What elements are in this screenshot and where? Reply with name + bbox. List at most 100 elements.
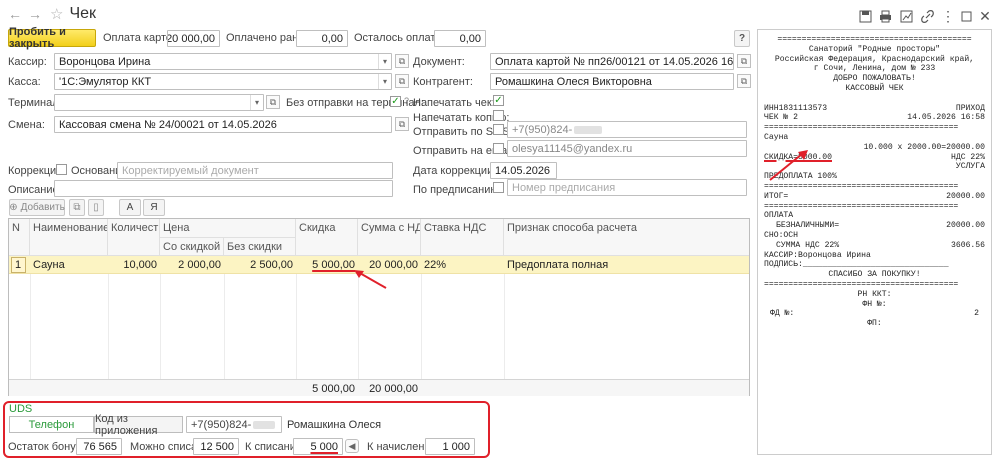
- col-payment-sign[interactable]: Признак способа расчета: [504, 219, 749, 256]
- to-accrue-field[interactable]: 1 000: [425, 438, 475, 455]
- paid-before-field[interactable]: 0,00: [296, 30, 348, 47]
- cell-qty[interactable]: 10,000: [108, 256, 160, 274]
- email-field[interactable]: olesya11145@yandex.ru: [507, 140, 747, 157]
- open-terminal-icon[interactable]: ⧉: [266, 95, 280, 109]
- prescription-checkbox[interactable]: [493, 182, 504, 193]
- annotation-arrow: [354, 270, 387, 289]
- receipt-welcome: ДОБРО ПОЖАЛОВАТЬ!: [833, 74, 916, 84]
- remaining-field[interactable]: 0,00: [434, 30, 486, 47]
- receipt-separator: ========================================: [764, 123, 959, 133]
- dropdown-arrow-icon[interactable]: ▾: [250, 95, 263, 110]
- window-title: Чек: [69, 5, 97, 22]
- prescription-field[interactable]: Номер предписания: [507, 179, 747, 196]
- open-shift-icon[interactable]: ⧉: [395, 117, 409, 131]
- items-table[interactable]: N Наименование Количество Цена Со скидко…: [8, 218, 750, 396]
- delete-row-button[interactable]: ▯: [88, 199, 104, 216]
- can-write-off-field[interactable]: 12 500: [193, 438, 239, 455]
- uds-phone-value: +7(950)824-: [191, 418, 252, 431]
- open-register-icon[interactable]: ⧉: [395, 74, 409, 88]
- maximize-icon[interactable]: [957, 7, 975, 25]
- sms-checkbox[interactable]: [493, 124, 504, 135]
- total-sum-vat: 20 000,00: [369, 383, 418, 395]
- open-cashier-icon[interactable]: ⧉: [395, 54, 409, 68]
- receipt-separator: ========================================: [764, 201, 959, 211]
- chart-icon[interactable]: [897, 7, 915, 25]
- help-button[interactable]: ?: [734, 30, 750, 47]
- description-field[interactable]: [54, 180, 393, 197]
- cell-price-discounted[interactable]: 2 000,00: [160, 256, 224, 274]
- col-discount[interactable]: Скидка: [296, 219, 358, 256]
- terminal-field[interactable]: ▾: [54, 94, 264, 111]
- link-icon[interactable]: [918, 7, 936, 25]
- plus-circle-icon: ⊕: [9, 202, 18, 213]
- counterparty-field[interactable]: Ромашкина Олеся Викторовна: [490, 73, 734, 90]
- col-vat-rate[interactable]: Ставка НДС: [421, 219, 504, 256]
- no-terminal-checkbox[interactable]: ✓: [390, 96, 401, 107]
- uds-phone-field[interactable]: +7(950)824-: [186, 416, 282, 433]
- correction-date-field[interactable]: 14.05.2026: [490, 162, 557, 179]
- sort-desc-button[interactable]: Я: [143, 199, 165, 216]
- cell-name[interactable]: Сауна: [30, 256, 108, 274]
- close-icon[interactable]: ✕: [976, 7, 994, 25]
- col-name[interactable]: Наименование: [30, 219, 108, 256]
- col-price-full[interactable]: Без скидки: [224, 238, 296, 256]
- cashier-label: Кассир:: [8, 56, 47, 68]
- back-arrow-icon[interactable]: ←: [8, 6, 22, 22]
- basis-field[interactable]: Корректируемый документ: [117, 162, 393, 179]
- receipt-signature: ПОДПИСЬ:______________________________: [764, 260, 949, 270]
- col-price[interactable]: Цена: [160, 219, 296, 238]
- document-field[interactable]: Оплата картой № пп26/00121 от 14.05.2026…: [490, 53, 734, 70]
- balance-field[interactable]: 76 565: [76, 438, 122, 455]
- more-menu-icon[interactable]: ⋮: [939, 7, 957, 25]
- open-counterparty-icon[interactable]: ⧉: [737, 74, 751, 88]
- register-field[interactable]: '1С:Эмулятор ККТ ▾: [54, 73, 392, 90]
- cell-n[interactable]: 1: [11, 257, 26, 273]
- sms-value: +7(950)824-: [512, 123, 573, 136]
- tab-phone[interactable]: Телефон: [9, 416, 94, 433]
- apply-arrow-icon[interactable]: ◀: [345, 439, 359, 453]
- tab-app-code[interactable]: Код из приложения: [94, 413, 183, 437]
- register-value: '1С:Эмулятор ККТ: [59, 75, 152, 88]
- col-n[interactable]: N: [9, 219, 30, 256]
- forward-arrow-icon[interactable]: →: [28, 6, 42, 22]
- cell-price-full[interactable]: 2 500,00: [224, 256, 296, 274]
- col-sum-vat[interactable]: Сумма с НДС: [358, 219, 421, 256]
- prescription-label: По предписанию:: [413, 184, 502, 196]
- paid-by-card-field[interactable]: 20 000,00: [167, 30, 220, 47]
- sms-field[interactable]: +7(950)824-: [507, 121, 747, 138]
- cell-payment-sign[interactable]: Предоплата полная: [504, 256, 749, 274]
- open-document-icon[interactable]: ⧉: [737, 54, 751, 68]
- save-icon[interactable]: [856, 7, 874, 25]
- email-checkbox[interactable]: [493, 143, 504, 154]
- blurred-redaction: [253, 420, 276, 429]
- favorite-star-icon[interactable]: ☆: [50, 5, 63, 23]
- cashier-field[interactable]: Воронцова Ирина ▾: [54, 53, 392, 70]
- receipt-org-address-2: г Сочи, Ленина, дом № 233: [813, 64, 936, 74]
- cell-discount[interactable]: 5 000,00: [296, 256, 358, 274]
- col-price-discounted[interactable]: Со скидкой: [160, 238, 224, 256]
- print-icon[interactable]: [876, 7, 894, 25]
- print-copy-checkbox[interactable]: [493, 110, 504, 121]
- annotation-arrow: [769, 150, 808, 181]
- receipt-separator: ========================================: [764, 279, 959, 289]
- sort-asc-button[interactable]: А: [119, 199, 141, 216]
- counterparty-label: Контрагент:: [413, 76, 473, 88]
- add-row-button[interactable]: ⊕ Добавить: [9, 199, 65, 216]
- print-receipt-checkbox[interactable]: ✓: [493, 95, 504, 106]
- receipt-cashier: КАССИР:Воронцова Ирина: [764, 250, 871, 260]
- shift-field[interactable]: Кассовая смена № 24/00021 от 14.05.2026: [54, 116, 392, 133]
- receipt-fn: ФН №:: [862, 299, 887, 309]
- info-question-icon[interactable]: ?: [404, 96, 409, 106]
- print-receipt-label: Напечатать чек:: [413, 97, 495, 109]
- to-write-off-field[interactable]: 5 000: [293, 438, 343, 455]
- correction-checkbox[interactable]: [56, 164, 67, 175]
- cell-vat-rate[interactable]: 22%: [421, 256, 504, 274]
- dropdown-arrow-icon[interactable]: ▾: [378, 74, 391, 89]
- uds-title: UDS: [9, 403, 33, 415]
- dropdown-arrow-icon[interactable]: ▾: [378, 54, 391, 69]
- col-qty[interactable]: Количество: [108, 219, 160, 256]
- post-and-close-button[interactable]: Пробить и закрыть: [8, 26, 96, 50]
- receipt-payment: ОПЛАТА: [764, 211, 794, 221]
- copy-row-button[interactable]: ⧉: [69, 199, 85, 216]
- receipt-fd-row: ФД №: 2: [770, 309, 979, 319]
